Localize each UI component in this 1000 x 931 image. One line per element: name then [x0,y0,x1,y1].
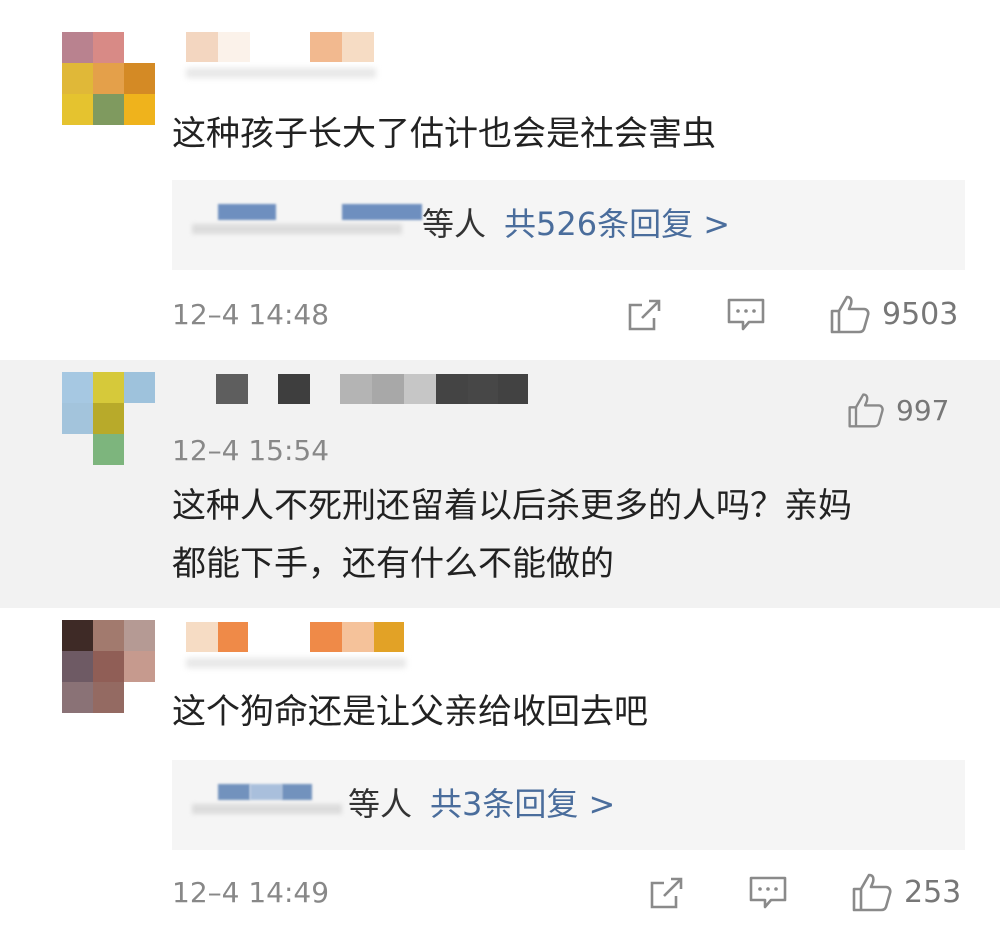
like-button[interactable]: 997 [846,390,949,430]
reply-preview[interactable]: 等人 共526条回复 > [172,180,965,270]
reply-users-suffix: 等人 [422,205,487,243]
like-count: 997 [896,393,950,427]
reply-preview[interactable]: 等人 共3条回复 > [172,760,965,850]
username-redacted[interactable] [216,374,528,404]
share-icon [626,296,664,334]
reply-count-link[interactable]: 共3条回复 > [430,785,615,823]
reply-users-suffix: 等人 [348,785,413,823]
comment-button[interactable] [726,296,766,334]
thumbs-up-icon [846,390,886,430]
timestamp: 12–4 14:49 [172,876,330,909]
thumbs-up-icon [828,292,872,336]
thumbs-up-icon [850,870,894,914]
like-button[interactable]: 9503 [828,292,958,336]
share-icon [648,874,686,912]
comment-icon [726,296,766,334]
comment-text: 这个狗命还是让父亲给收回去吧 [172,692,648,732]
comment-item[interactable]: 这种孩子长大了估计也会是社会害虫 等人 共526条回复 > 12–4 14:48 … [0,0,1000,360]
avatar[interactable] [62,372,156,466]
timestamp: 12–4 14:48 [172,298,330,331]
share-button[interactable] [626,296,664,334]
timestamp: 12–4 15:54 [172,434,330,467]
comment-icon [748,874,788,912]
comment-text-line-2: 都能下手，还有什么不能做的 [172,544,614,584]
comment-item[interactable]: 997 12–4 15:54 这种人不死刑还留着以后杀更多的人吗？亲妈 都能下手… [0,360,1000,608]
avatar[interactable] [62,620,156,714]
comment-text: 这种孩子长大了估计也会是社会害虫 [172,114,716,154]
comment-button[interactable] [748,874,788,912]
comment-text-line-1: 这种人不死刑还留着以后杀更多的人吗？亲妈 [172,486,852,526]
like-count: 9503 [882,296,959,332]
avatar[interactable] [62,32,156,126]
reply-count-link[interactable]: 共526条回复 > [504,205,730,243]
username-redacted[interactable] [186,32,376,78]
username-redacted[interactable] [186,622,406,668]
like-button[interactable]: 253 [850,870,961,914]
like-count: 253 [904,874,962,910]
share-button[interactable] [648,874,686,912]
comment-item[interactable]: 这个狗命还是让父亲给收回去吧 等人 共3条回复 > 12–4 14:49 253 [0,608,1000,931]
